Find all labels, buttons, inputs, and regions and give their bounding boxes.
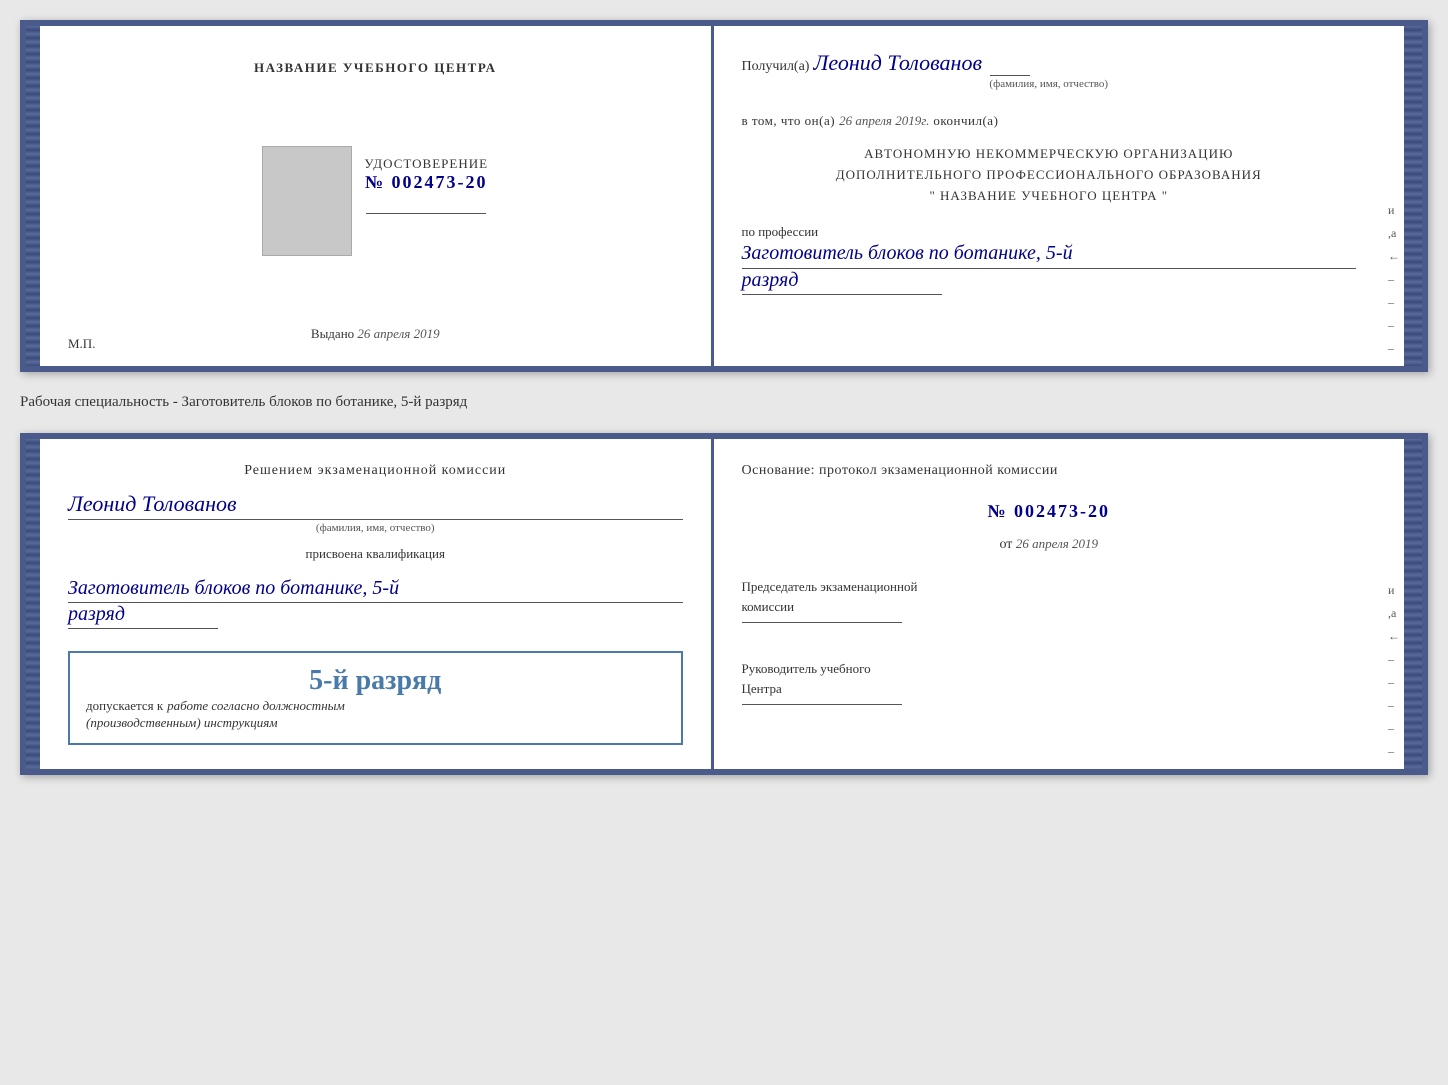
- qual-profession: Заготовитель блоков по ботанике, 5-й: [68, 574, 683, 603]
- basis-number: № 002473-20: [987, 501, 1110, 521]
- qual-left-page: Решением экзаменационной комиссии Леонид…: [40, 439, 714, 769]
- stamp-admission-line: допускается к работе согласно должностны…: [86, 697, 665, 715]
- stamp-admission: допускается к: [86, 698, 163, 713]
- profession-value: Заготовитель блоков по ботанике, 5-й: [742, 240, 1357, 269]
- mp-label: М.П.: [68, 336, 95, 352]
- basis-date: от 26 апреля 2019: [742, 536, 1357, 553]
- chair-signature-block: Председатель экзаменационной комиссии: [742, 577, 1357, 629]
- org-name: НАЗВАНИЕ УЧЕБНОГО ЦЕНТРА: [940, 188, 1157, 203]
- stamp-instructions: (производственным) инструкциям: [86, 715, 665, 731]
- spine-right-2: [1404, 439, 1422, 769]
- qual-profession-block: Заготовитель блоков по ботанике, 5-й раз…: [68, 574, 683, 629]
- certificate-document: НАЗВАНИЕ УЧЕБНОГО ЦЕНТРА УДОСТОВЕРЕНИЕ №…: [20, 20, 1428, 372]
- page-container: НАЗВАНИЕ УЧЕБНОГО ЦЕНТРА УДОСТОВЕРЕНИЕ №…: [20, 20, 1428, 775]
- right-edge-strip: и ,а ← – – – –: [1384, 26, 1404, 366]
- chair-label: Председатель экзаменационной комиссии: [742, 577, 1357, 616]
- org-name-line: " НАЗВАНИЕ УЧЕБНОГО ЦЕНТРА ": [742, 186, 1357, 207]
- basis-title: Основание: протокол экзаменационной коми…: [742, 463, 1357, 479]
- director-signature-block: Руководитель учебного Центра: [742, 659, 1357, 711]
- issued-date: 26 апреля 2019: [357, 326, 439, 341]
- recipient-prefix: Получил(а): [742, 59, 810, 74]
- org-line1: АВТОНОМНУЮ НЕКОММЕРЧЕСКУЮ ОРГАНИЗАЦИЮ: [742, 144, 1357, 165]
- qual-right-page: Основание: протокол экзаменационной коми…: [714, 439, 1385, 769]
- photo-placeholder: [262, 146, 352, 256]
- qualification-document: Решением экзаменационной комиссии Леонид…: [20, 433, 1428, 775]
- qual-name: Леонид Толованов: [68, 491, 683, 517]
- org-line2: ДОПОЛНИТЕЛЬНОГО ПРОФЕССИОНАЛЬНОГО ОБРАЗО…: [742, 165, 1357, 186]
- completed-block: в том, что он(а) 26 апреля 2019г. окончи…: [742, 112, 1357, 130]
- stamp-work: работе согласно должностным: [167, 698, 345, 713]
- cert-title-label: УДОСТОВЕРЕНИЕ: [364, 156, 488, 172]
- qual-name-block: Леонид Толованов (фамилия, имя, отчество…: [68, 491, 683, 534]
- stamp-rank: 5-й разряд: [86, 665, 665, 697]
- cert-number-value: № 002473-20: [365, 172, 488, 192]
- basis-date-value: 26 апреля 2019: [1016, 536, 1098, 551]
- basis-number-block: № 002473-20: [742, 501, 1357, 522]
- training-center-title: НАЗВАНИЕ УЧЕБНОГО ЦЕНТРА: [254, 60, 497, 76]
- director-sig-line: [742, 704, 902, 705]
- decision-title: Решением экзаменационной комиссии: [68, 463, 683, 479]
- razryad-value: разряд: [742, 269, 942, 295]
- spine-left-2: [26, 439, 40, 769]
- cert-number-digits: 002473-20: [392, 172, 488, 192]
- spine-right: [1404, 26, 1422, 366]
- assigned-label: присвоена квалификация: [68, 546, 683, 562]
- recipient-name: Леонид Толованов: [813, 50, 982, 75]
- completed-date: 26 апреля 2019г.: [839, 113, 929, 128]
- completed-suffix: окончил(а): [933, 113, 998, 128]
- cert-left-page: НАЗВАНИЕ УЧЕБНОГО ЦЕНТРА УДОСТОВЕРЕНИЕ №…: [40, 26, 714, 366]
- fio-label-1: (фамилия, имя, отчество): [742, 78, 1357, 90]
- stamp-box: 5-й разряд допускается к работе согласно…: [68, 651, 683, 745]
- issued-label: Выдано: [311, 326, 354, 341]
- qual-razryad: разряд: [68, 603, 218, 629]
- fio-label-2: (фамилия, имя, отчество): [68, 522, 683, 534]
- spine-left: [26, 26, 40, 366]
- issued-line: Выдано 26 апреля 2019: [311, 326, 440, 342]
- basis-num-digits: 002473-20: [1014, 501, 1110, 521]
- profession-label: по профессии: [742, 224, 1357, 240]
- recipient-block: Получил(а) Леонид Толованов (фамилия, им…: [742, 50, 1357, 90]
- specialty-label: Рабочая специальность - Заготовитель бло…: [20, 390, 1428, 415]
- chair-sig-line: [742, 622, 902, 623]
- director-label: Руководитель учебного Центра: [742, 659, 1357, 698]
- right-edge-strip-2: и ,а ← – – – – –: [1384, 439, 1404, 769]
- completed-prefix: в том, что он(а): [742, 113, 836, 128]
- certificate-number-block: УДОСТОВЕРЕНИЕ № 002473-20: [364, 156, 488, 193]
- profession-block: по профессии Заготовитель блоков по бота…: [742, 224, 1357, 295]
- cert-right-page: Получил(а) Леонид Толованов (фамилия, им…: [714, 26, 1385, 366]
- org-block: АВТОНОМНУЮ НЕКОММЕРЧЕСКУЮ ОРГАНИЗАЦИЮ ДО…: [742, 144, 1357, 206]
